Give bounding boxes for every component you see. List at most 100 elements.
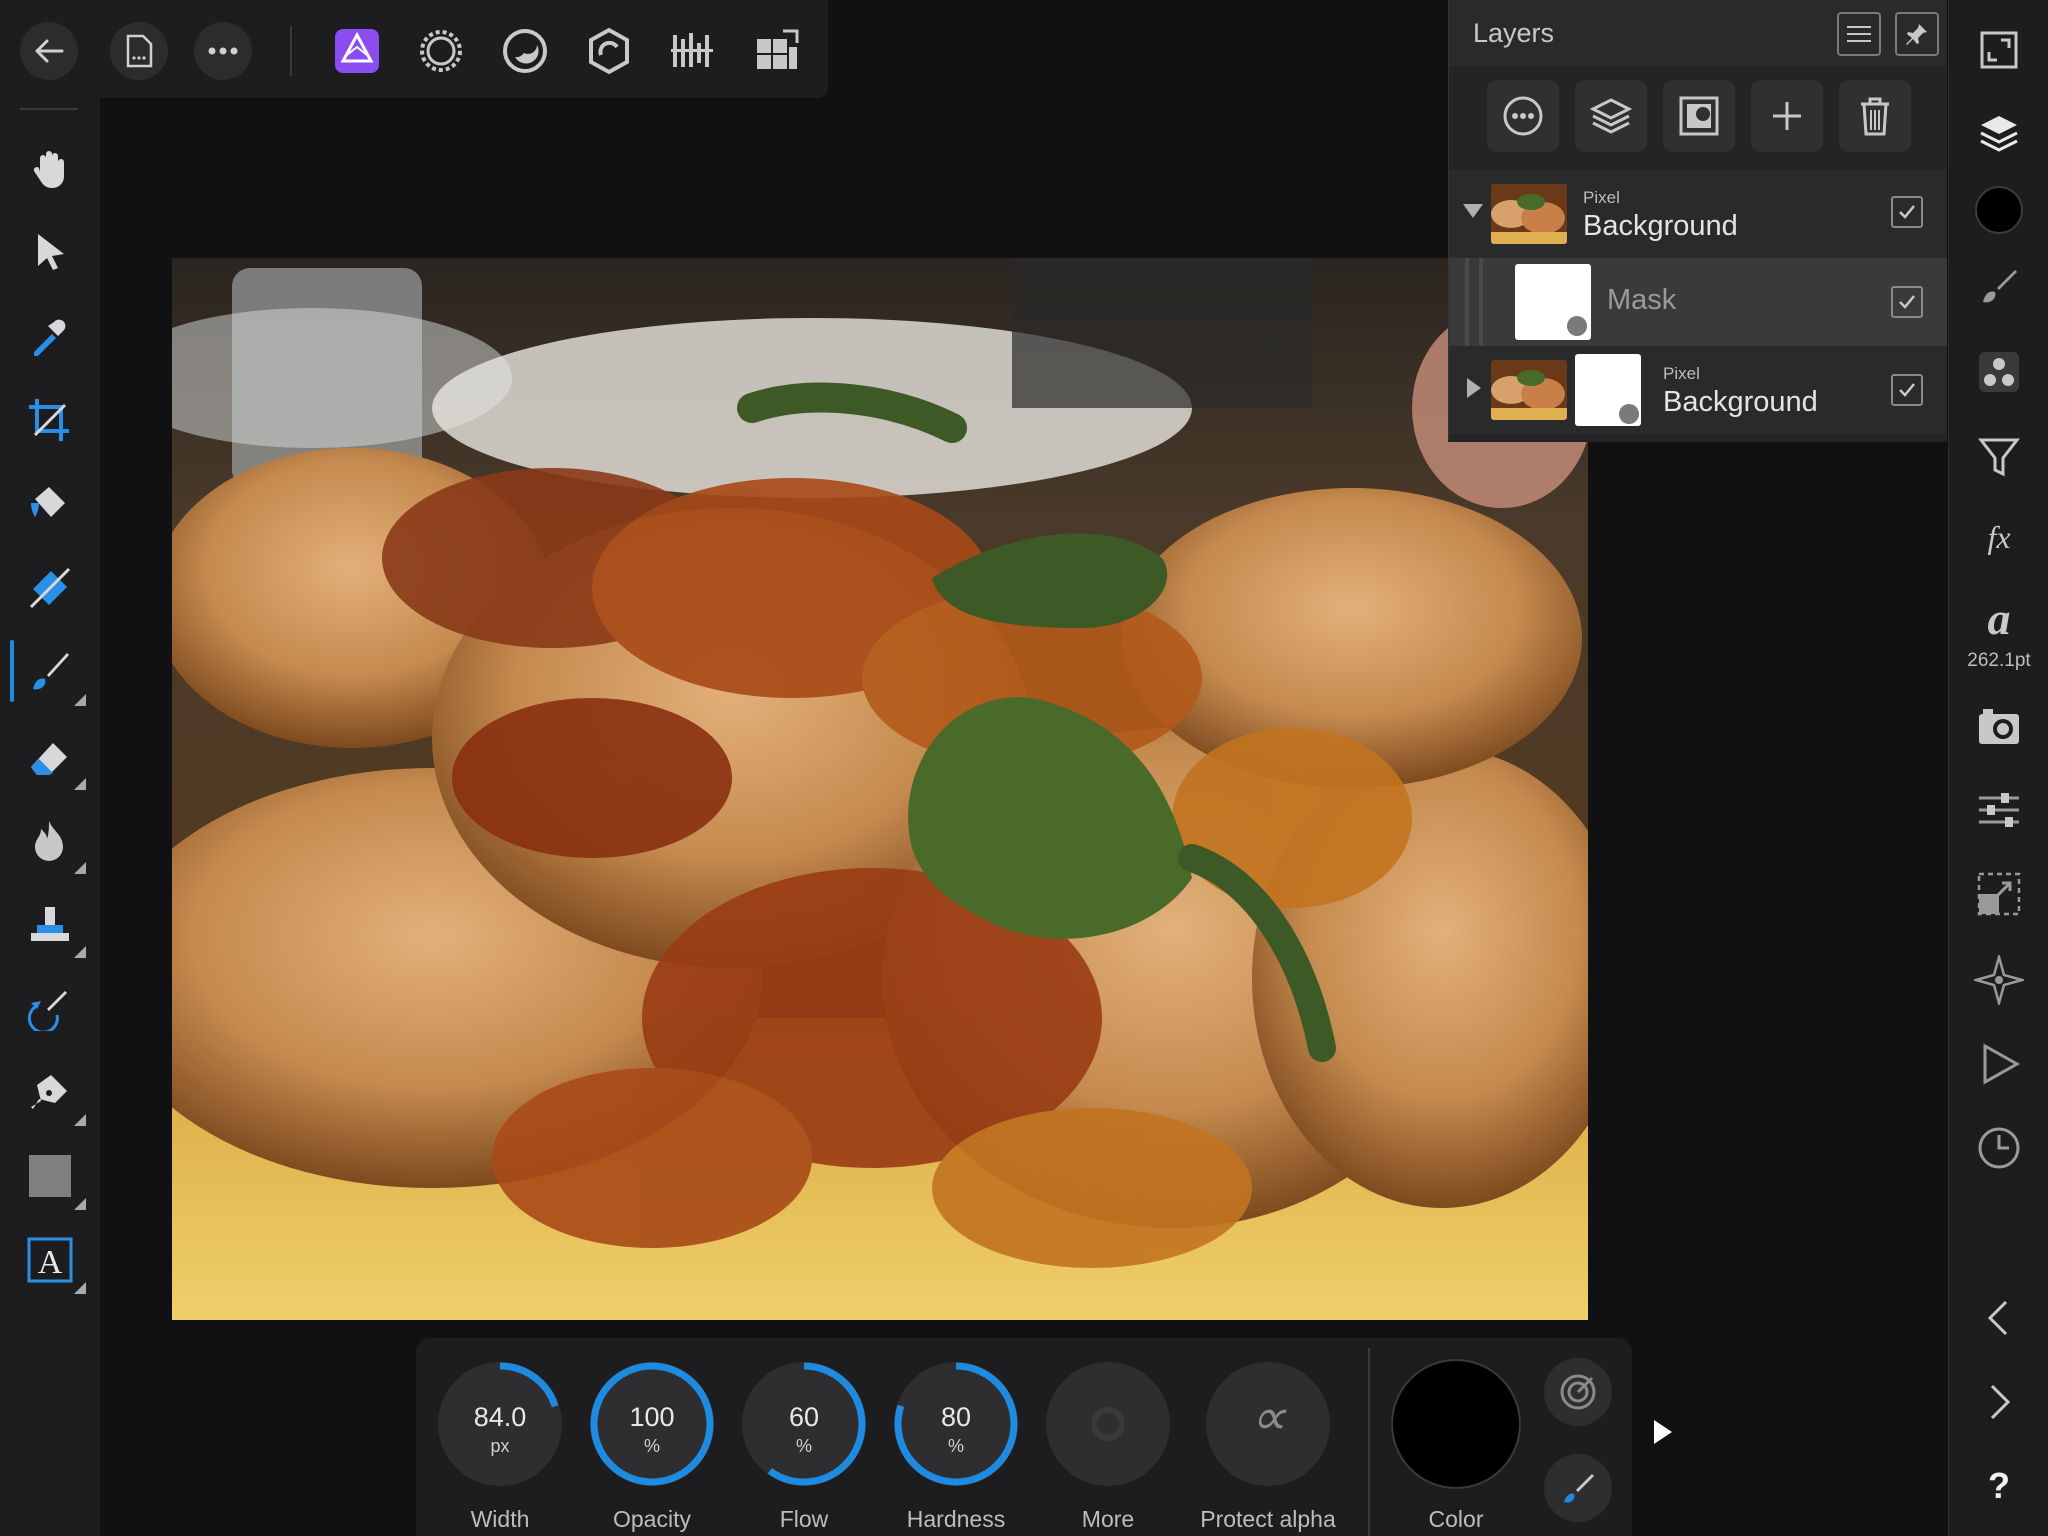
help-icon[interactable]: ? <box>1971 1458 2027 1514</box>
target-icon[interactable] <box>1544 1358 1612 1426</box>
history-icon[interactable] <box>1971 1120 2027 1176</box>
document-photo[interactable] <box>172 258 1588 1320</box>
svg-text:a: a <box>1988 596 2011 640</box>
adjustments-icon[interactable] <box>1971 344 2027 400</box>
color-well[interactable] <box>1390 1358 1522 1490</box>
protect-alpha-symbol: ∝ <box>1250 1389 1286 1445</box>
more-icon[interactable] <box>194 22 252 80</box>
layers-panel: Layers Pixel Background Mask Pixel Backg… <box>1448 0 1947 442</box>
text-tool-icon[interactable]: A <box>22 1232 86 1294</box>
gradient-tool-icon[interactable] <box>22 560 78 616</box>
opacity-value: 100 <box>629 1402 675 1432</box>
font-size-value: 262.1pt <box>1967 650 2031 671</box>
layers-icon[interactable] <box>1971 106 2027 162</box>
erase-brush-tool-icon[interactable] <box>22 728 86 790</box>
export-persona-icon[interactable] <box>664 22 722 80</box>
divider <box>20 108 78 110</box>
color-label: Color <box>1428 1506 1484 1532</box>
layer-row-background[interactable]: Pixel Background <box>1449 170 1947 258</box>
flow-unit: % <box>795 1436 812 1456</box>
fx-icon[interactable]: fx <box>1971 510 2027 566</box>
blend-options-icon[interactable] <box>1487 80 1559 152</box>
document-icon[interactable] <box>110 22 168 80</box>
protect-alpha-button[interactable]: ∝ <box>1202 1358 1334 1490</box>
hardness-dial[interactable]: 80 % <box>890 1358 1022 1490</box>
layer-name: Background <box>1663 386 1818 418</box>
layer-thumbnail <box>1491 360 1567 420</box>
width-dial[interactable]: 84.0 px <box>434 1358 566 1490</box>
opacity-unit: % <box>643 1436 660 1456</box>
studio-bar: fx a 262.1pt ? <box>1948 0 2048 1536</box>
chevron-right-icon[interactable] <box>1971 1374 2027 1430</box>
move-tool-icon[interactable] <box>22 224 78 280</box>
layer-name: Background <box>1583 210 1738 242</box>
layer-stack-icon[interactable] <box>1575 80 1647 152</box>
navigator-icon[interactable] <box>1971 952 2027 1008</box>
add-layer-icon[interactable] <box>1751 80 1823 152</box>
chevron-left-icon[interactable] <box>1971 1290 2027 1346</box>
context-toolbar: 84.0 px Width 100 % Opacity 60 % Flow 80… <box>416 1338 1632 1536</box>
expand-triangle-icon[interactable] <box>1467 378 1481 398</box>
slice-persona-icon[interactable] <box>748 22 806 80</box>
pen-tool-icon[interactable] <box>22 1064 86 1126</box>
panel-menu-icon[interactable] <box>1837 12 1881 56</box>
rectangle-tool-icon[interactable] <box>22 1148 86 1210</box>
clone-brush-tool-icon[interactable] <box>22 896 86 958</box>
expand-context-icon[interactable] <box>1654 1420 1672 1444</box>
layer-thumbnail <box>1491 184 1567 244</box>
layers-toolbar <box>1449 66 1947 162</box>
tools-panel: A <box>0 98 100 1536</box>
layer-row-background-2[interactable]: Pixel Background <box>1449 346 1947 434</box>
active-tool-indicator <box>10 640 14 702</box>
undo-brush-tool-icon[interactable] <box>22 980 78 1036</box>
brushes-icon[interactable] <box>1971 258 2027 314</box>
filter-icon[interactable] <box>1971 428 2027 484</box>
layer-visibility-checkbox[interactable] <box>1891 374 1923 406</box>
protect-alpha-label: Protect alpha <box>1200 1506 1336 1532</box>
width-unit: px <box>490 1436 510 1456</box>
color-picker-tool-icon[interactable] <box>22 308 78 364</box>
hardness-value: 80 <box>940 1402 972 1432</box>
sliders-icon[interactable] <box>1971 782 2027 838</box>
top-toolbar <box>0 0 828 98</box>
more-button[interactable] <box>1042 1358 1174 1490</box>
play-icon[interactable] <box>1971 1036 2027 1092</box>
fullscreen-icon[interactable] <box>1971 22 2027 78</box>
photo-persona-icon[interactable] <box>328 22 386 80</box>
layer-visibility-checkbox[interactable] <box>1891 196 1923 228</box>
opacity-dial[interactable]: 100 % <box>586 1358 718 1490</box>
indent-guide <box>1479 258 1483 346</box>
indent-guide <box>1465 258 1469 346</box>
liquify-persona-icon[interactable] <box>412 22 470 80</box>
delete-layer-icon[interactable] <box>1839 80 1911 152</box>
crop-tool-icon[interactable] <box>22 392 78 448</box>
flow-value: 60 <box>788 1402 820 1432</box>
transform-icon[interactable] <box>1971 866 2027 922</box>
layer-kind: Pixel <box>1583 188 1620 207</box>
color-swatch-icon[interactable] <box>1971 182 2027 238</box>
layers-header: Layers <box>1449 0 1947 66</box>
burn-brush-tool-icon[interactable] <box>22 812 86 874</box>
svg-text:A: A <box>38 1244 63 1281</box>
layers-title: Layers <box>1473 18 1555 48</box>
mask-icon[interactable] <box>1663 80 1735 152</box>
svg-text:fx: fx <box>1987 519 2010 555</box>
flow-dial[interactable]: 60 % <box>738 1358 870 1490</box>
hand-tool-icon[interactable] <box>22 140 78 196</box>
develop-persona-icon[interactable] <box>496 22 554 80</box>
camera-icon[interactable] <box>1971 698 2027 754</box>
mask-thumbnail <box>1515 264 1591 340</box>
back-icon[interactable] <box>20 22 78 80</box>
pin-icon[interactable] <box>1895 12 1939 56</box>
more-label: More <box>1081 1506 1135 1532</box>
character-icon[interactable]: a <box>1971 590 2027 646</box>
paint-brush-tool-icon[interactable] <box>22 644 86 706</box>
brush-color-picker-icon[interactable] <box>1544 1454 1612 1522</box>
layer-name: Mask <box>1607 284 1677 316</box>
layer-row-mask[interactable]: Mask <box>1449 258 1947 346</box>
divider <box>290 26 292 76</box>
collapse-triangle-icon[interactable] <box>1463 204 1483 218</box>
flood-fill-tool-icon[interactable] <box>22 476 78 532</box>
tone-mapping-persona-icon[interactable] <box>580 22 638 80</box>
layer-visibility-checkbox[interactable] <box>1891 286 1923 318</box>
